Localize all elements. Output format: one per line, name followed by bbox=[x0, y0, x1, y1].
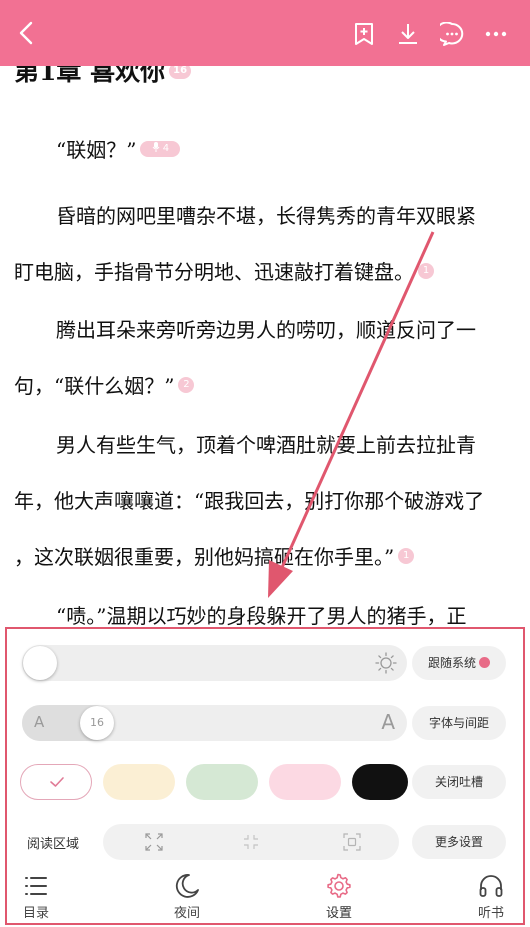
nav-catalog[interactable]: 目录 bbox=[1, 869, 71, 923]
paragraph-comment-badge[interactable]: 2 bbox=[178, 376, 195, 393]
paragraph-line: “联姻？” bbox=[56, 138, 137, 162]
gear-icon bbox=[327, 873, 351, 898]
font-size-slider-knob[interactable]: 16 bbox=[80, 706, 114, 740]
moon-icon bbox=[175, 874, 199, 898]
reading-area-options bbox=[103, 824, 399, 860]
more-icon[interactable] bbox=[484, 22, 508, 46]
theme-swatch-green[interactable] bbox=[186, 764, 258, 800]
brightness-slider[interactable] bbox=[22, 645, 407, 681]
font-size-large-label: A bbox=[381, 710, 395, 734]
paragraph-line: ，这次联姻很重要，别他妈搞砸在你手里。” bbox=[14, 545, 395, 569]
microphone-icon bbox=[152, 141, 160, 152]
brightness-icon bbox=[375, 652, 397, 674]
theme-swatch-cream[interactable] bbox=[103, 764, 175, 800]
paragraph-line: 年，他大声嚷嚷道：“跟我回去，别打你那个破游戏了 bbox=[14, 489, 485, 513]
paragraph-line: 男人有些生气，顶着个啤酒肚就要上前去拉扯青 bbox=[56, 433, 476, 457]
paragraph: 腾出耳朵来旁听旁边男人的唠叨，顺道反问了一 句，“联什么姻？” 2 bbox=[14, 302, 518, 414]
headphones-icon bbox=[479, 875, 503, 897]
settings-panel: 跟随系统 A 16 A 字体与间距 关闭吐槽 阅读区域 更多设置 目录 夜间 设… bbox=[5, 627, 525, 925]
voice-comment-badge[interactable]: 4 bbox=[140, 140, 181, 157]
check-icon bbox=[50, 777, 64, 787]
reading-content: 第1章 喜欢你 16 “联姻？” 4 昏暗的网吧里嘈杂不堪，长得隽秀的青年双眼紧 盯… bbox=[0, 0, 530, 627]
paragraph-line: 盯电脑，手指骨节分明地、迅速敲打着键盘。 bbox=[14, 260, 414, 284]
font-size-value: 16 bbox=[90, 716, 104, 729]
nav-settings-label: 设置 bbox=[325, 906, 352, 921]
check-circle-icon bbox=[479, 657, 490, 668]
font-size-small-label: A bbox=[34, 713, 45, 731]
font-size-slider[interactable]: A 16 A bbox=[22, 705, 407, 741]
nav-settings[interactable]: 设置 bbox=[304, 869, 374, 923]
nav-listen-label: 听书 bbox=[477, 906, 504, 921]
expand-icon[interactable] bbox=[145, 833, 163, 851]
theme-swatch-white[interactable] bbox=[20, 764, 92, 800]
paragraph-line: 腾出耳朵来旁听旁边男人的唠叨，顺道反问了一 bbox=[56, 318, 476, 342]
paragraph-line: 句，“联什么姻？” bbox=[14, 374, 175, 398]
paragraph: “联姻？” 4 bbox=[14, 122, 518, 178]
paragraph: “啧。”温期以巧妙的身段躲开了男人的猪手，正 bbox=[14, 588, 518, 627]
nav-night-mode-label: 夜间 bbox=[173, 906, 200, 921]
close-comments-button[interactable]: 关闭吐槽 bbox=[412, 765, 506, 799]
top-toolbar bbox=[0, 0, 530, 66]
list-icon bbox=[25, 877, 47, 895]
download-icon[interactable] bbox=[396, 22, 420, 46]
follow-system-button[interactable]: 跟随系统 bbox=[412, 646, 506, 680]
nav-night-mode[interactable]: 夜间 bbox=[152, 869, 222, 923]
bookmark-add-icon[interactable] bbox=[352, 22, 376, 46]
paragraph-comment-badge[interactable]: 1 bbox=[418, 262, 434, 279]
reading-area-label: 阅读区域 bbox=[27, 837, 80, 852]
paragraph-comment-badge[interactable]: 1 bbox=[398, 547, 415, 564]
fullscreen-icon[interactable] bbox=[343, 833, 361, 851]
back-icon[interactable] bbox=[14, 20, 40, 46]
more-settings-button[interactable]: 更多设置 bbox=[412, 825, 506, 859]
nav-listen[interactable]: 听书 bbox=[456, 869, 526, 923]
paragraph: 男人有些生气，顶着个啤酒肚就要上前去拉扯青 年，他大声嚷嚷道：“跟我回去，别打你… bbox=[14, 417, 518, 585]
font-spacing-button[interactable]: 字体与间距 bbox=[412, 706, 506, 740]
theme-swatch-pink[interactable] bbox=[269, 764, 341, 800]
collapse-icon[interactable] bbox=[242, 833, 260, 851]
brightness-slider-knob[interactable] bbox=[23, 646, 57, 680]
nav-catalog-label: 目录 bbox=[22, 906, 49, 921]
comment-icon[interactable] bbox=[440, 22, 464, 46]
paragraph-line: “啧。”温期以巧妙的身段躲开了男人的猪手，正 bbox=[56, 604, 467, 627]
paragraph: 昏暗的网吧里嘈杂不堪，长得隽秀的青年双眼紧 盯电脑，手指骨节分明地、迅速敲打着键… bbox=[14, 188, 518, 300]
paragraph-line: 昏暗的网吧里嘈杂不堪，长得隽秀的青年双眼紧 bbox=[56, 204, 476, 228]
theme-swatch-black[interactable] bbox=[352, 764, 408, 800]
